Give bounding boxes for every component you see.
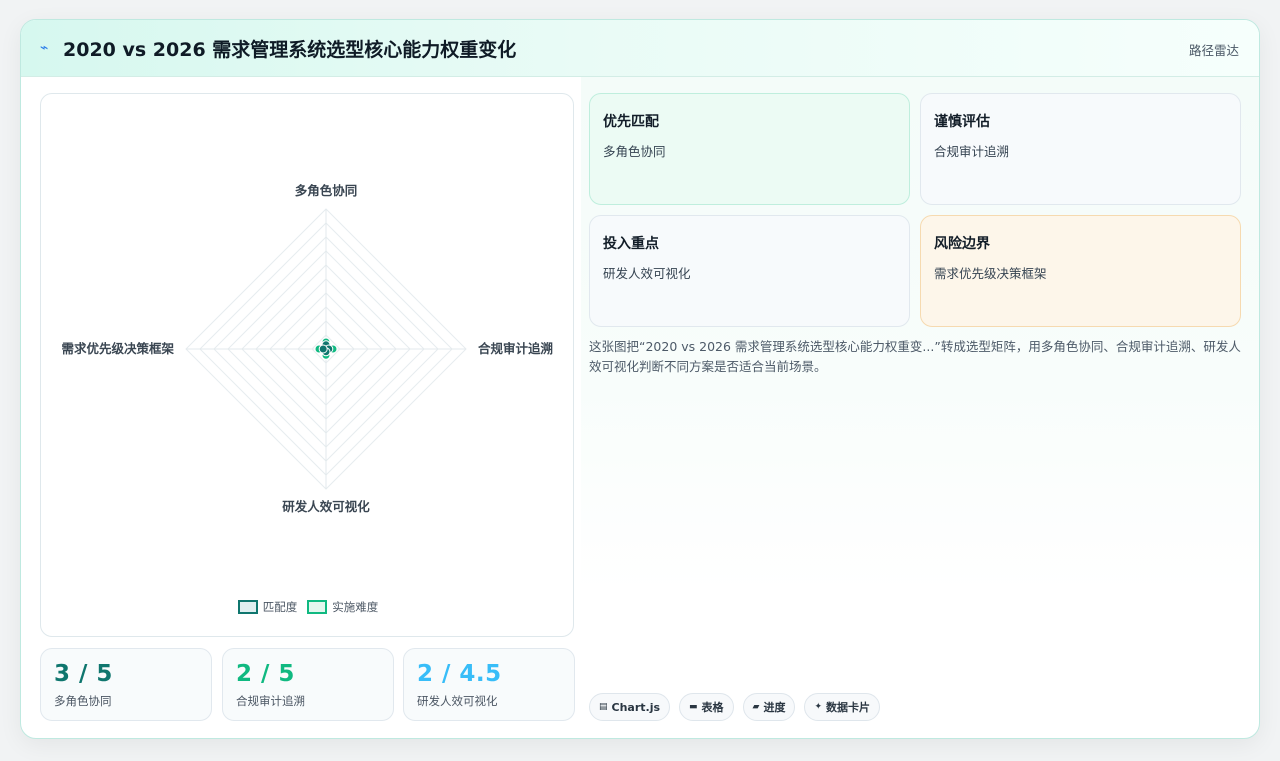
chip-chartjs[interactable]: ▤ Chart.js [589,693,671,721]
page-title: 2020 vs 2026 需求管理系统选型核心能力权重变化 [63,39,517,61]
kpi-label: 多角色协同 [54,694,112,708]
feature-chips: ▤ Chart.js ▬ 表格 ▰ 进度 ✦ 数据卡片 [589,693,881,721]
tile-priority-match: 优先匹配 多角色协同 [589,93,910,205]
table-icon: ▬ [689,702,698,712]
kpi-card-collaboration: 3 / 5 多角色协同 [40,648,212,721]
chip-label: 数据卡片 [826,701,871,714]
tile-subtitle: 多角色协同 [603,144,666,159]
legend-label-difficulty: 实施难度 [332,600,379,614]
radar-axis-label: 研发人效可视化 [282,499,370,514]
chip-data-card[interactable]: ✦ 数据卡片 [804,693,881,721]
radar-axis-label: 需求优先级决策框架 [61,341,174,356]
dashboard-card: ⌁ 2020 vs 2026 需求管理系统选型核心能力权重变化 路径雷达 多角色… [20,19,1260,739]
tile-risk-boundary: 风险边界 需求优先级决策框架 [920,215,1241,327]
kpi-value: 2 / 5 [236,661,295,687]
tile-title: 风险边界 [934,236,990,252]
tile-careful-evaluation: 谨慎评估 合规审计追溯 [920,93,1241,205]
chart-mode-label[interactable]: 路径雷达 [1189,40,1239,59]
chip-label: 进度 [763,701,786,714]
radar-axis-label: 多角色协同 [295,183,358,198]
sparkle-icon: ✦ [814,702,823,712]
chart-description: 这张图把“2020 vs 2026 需求管理系统选型核心能力权重变...”转成选… [589,339,1241,374]
data-point-match [318,344,328,354]
kpi-card-efficiency: 2 / 4.5 研发人效可视化 [403,648,575,721]
tile-investment-focus: 投入重点 研发人效可视化 [589,215,910,327]
chip-label: 表格 [701,701,724,714]
radar-chart-panel: 多角色协同合规审计追溯研发人效可视化 需求优先级决策框架 匹配度 实施难度 [40,93,574,637]
radar-chart: 多角色协同合规审计追溯研发人效可视化 需求优先级决策框架 [61,183,553,514]
legend-swatch-difficulty [307,600,328,614]
legend-label-match: 匹配度 [262,600,298,614]
kpi-value: 3 / 5 [54,661,113,687]
kpi-label: 合规审计追溯 [236,694,305,708]
chip-progress[interactable]: ▰ 进度 [742,693,796,721]
legend-item-difficulty[interactable]: 实施难度 [307,599,378,615]
tile-subtitle: 合规审计追溯 [934,144,1010,159]
tile-title: 投入重点 [603,236,659,252]
progress-icon: ▰ [752,702,760,712]
chart-icon: ▤ [599,702,608,712]
tile-title: 谨慎评估 [934,114,990,130]
header-bar: ⌁ 2020 vs 2026 需求管理系统选型核心能力权重变化 路径雷达 [21,20,1259,77]
legend-swatch-match [237,600,258,614]
tile-title: 优先匹配 [603,114,659,130]
kpi-label: 研发人效可视化 [417,694,498,708]
legend-item-match[interactable]: 匹配度 [237,599,298,615]
radar-axis-label: 合规审计追溯 [478,341,553,356]
tile-subtitle: 研发人效可视化 [603,266,691,281]
chip-label: Chart.js [611,700,661,714]
chip-table[interactable]: ▬ 表格 [679,693,734,721]
tile-subtitle: 需求优先级决策框架 [934,266,1047,281]
kpi-value: 2 / 4.5 [417,661,502,687]
sparkline-icon: ⌁ [40,40,49,56]
chart-legend: 匹配度 实施难度 [41,599,575,615]
kpi-card-audit: 2 / 5 合规审计追溯 [222,648,394,721]
